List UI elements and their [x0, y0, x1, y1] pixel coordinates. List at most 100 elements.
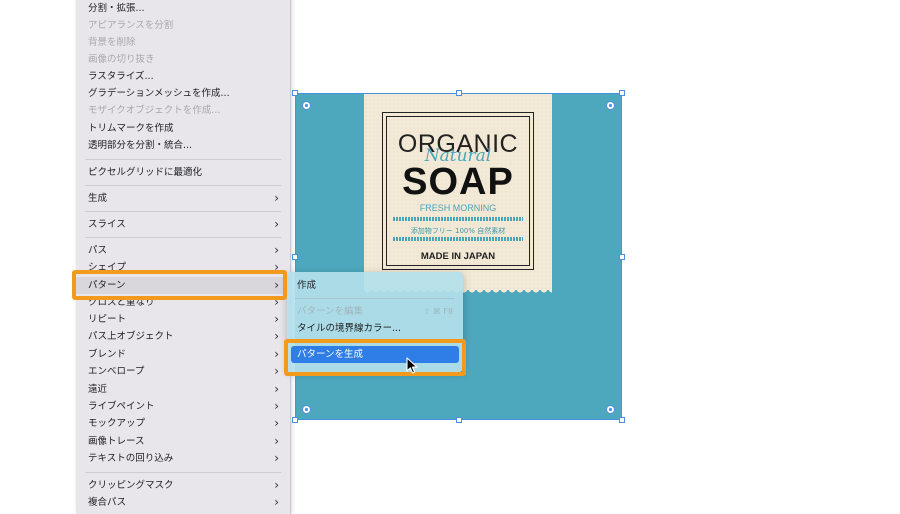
- menu-item-image-trace[interactable]: 画像トレース ›: [76, 433, 290, 450]
- submenu-item-generate-pattern[interactable]: パターンを生成: [291, 346, 459, 363]
- menu-item-label: 作成: [297, 280, 317, 291]
- resize-handle-bottom-right[interactable]: [619, 417, 625, 423]
- menu-item-label: 分割・拡張...: [88, 3, 145, 14]
- label-title-soap: SOAP: [402, 161, 514, 203]
- object-menu: 分割・拡張... アピアランスを分割 背景を削除 画像の切り抜き ラスタライズ.…: [76, 0, 291, 514]
- corner-widget-top-right[interactable]: [606, 101, 615, 110]
- menu-item-label: モックアップ: [88, 418, 146, 429]
- menu-separator: [85, 237, 281, 238]
- menu-item-label: モザイクオブジェクトを作成...: [88, 105, 221, 116]
- menu-item-clipping-mask[interactable]: クリッピングマスク ›: [76, 477, 290, 494]
- menu-item-mosaic: モザイクオブジェクトを作成...: [76, 102, 290, 119]
- corner-widget-bottom-right[interactable]: [606, 405, 615, 414]
- chevron-right-icon: ›: [274, 399, 279, 413]
- soap-label: ORGANIC Natural SOAP FRESH MORNING 添加物フリ…: [364, 94, 552, 295]
- menu-item-label: シェイプ: [88, 262, 127, 273]
- menu-item-path[interactable]: パス ›: [76, 242, 290, 259]
- menu-item-label: ラスタライズ...: [88, 71, 154, 82]
- corner-widget-bottom-left[interactable]: [302, 405, 311, 414]
- menu-item-label: 画像トレース: [88, 436, 145, 447]
- menu-item-label: 背景を削除: [88, 37, 136, 48]
- menu-item-label: 画像の切り抜き: [88, 54, 155, 65]
- chevron-right-icon: ›: [274, 217, 279, 231]
- menu-item-live-paint[interactable]: ライブペイント ›: [76, 398, 290, 415]
- menu-item-label: 透明部分を分割・統合...: [88, 140, 193, 151]
- menu-item-label: クリッピングマスク: [88, 480, 174, 491]
- chevron-right-icon: ›: [274, 495, 279, 509]
- label-stripe-bottom: [393, 237, 523, 241]
- menu-item-trim-marks[interactable]: トリムマークを作成: [76, 120, 290, 137]
- menu-item-objects-on-path[interactable]: パス上オブジェクト ›: [76, 328, 290, 345]
- menu-item-label: アピアランスを分割: [88, 20, 174, 31]
- menu-item-label: 生成: [88, 193, 108, 204]
- chevron-right-icon: ›: [274, 434, 279, 448]
- pattern-submenu: 作成 パターンを編集 ⇧ ⌘ F8 タイルの境界線カラー... パターンを生成: [287, 272, 463, 372]
- menu-item-intertwine[interactable]: クロスと重なり ›: [76, 294, 290, 311]
- submenu-item-tile-edge-color[interactable]: タイルの境界線カラー...: [291, 320, 459, 337]
- label-japanese-text: 添加物フリー 100% 自然素材: [410, 227, 506, 235]
- corner-widget-top-left[interactable]: [302, 101, 311, 110]
- chevron-right-icon: ›: [274, 329, 279, 343]
- menu-item-compound-path[interactable]: 複合パス ›: [76, 494, 290, 511]
- menu-item-label: 遠近: [88, 384, 108, 395]
- menu-item-label: テキストの回り込み: [88, 453, 174, 464]
- menu-item-label: リピート: [88, 314, 127, 325]
- menu-item-label: ライブペイント: [88, 401, 155, 412]
- chevron-right-icon: ›: [274, 382, 279, 396]
- menu-item-text-wrap[interactable]: テキストの回り込み ›: [76, 450, 290, 467]
- chevron-right-icon: ›: [274, 260, 279, 274]
- menu-item-label: 複合パス: [88, 497, 127, 508]
- resize-handle-top-left[interactable]: [292, 90, 298, 96]
- menu-item-envelope[interactable]: エンベロープ ›: [76, 363, 290, 380]
- menu-item-label: グラデーションメッシュを作成...: [88, 88, 230, 99]
- menu-item-label: タイルの境界線カラー...: [297, 323, 402, 334]
- menu-item-mockup[interactable]: モックアップ ›: [76, 415, 290, 432]
- menu-item-label: パターン: [88, 280, 126, 291]
- chevron-right-icon: ›: [274, 191, 279, 205]
- menu-separator: [85, 472, 281, 473]
- menu-item-label: パス上オブジェクト: [88, 331, 174, 342]
- resize-handle-left[interactable]: [292, 254, 298, 260]
- menu-item-blend[interactable]: ブレンド ›: [76, 346, 290, 363]
- submenu-item-make[interactable]: 作成: [291, 277, 459, 294]
- menu-item-label: パターンを編集: [297, 306, 364, 317]
- menu-item-label: ピクセルグリッドに最適化: [88, 167, 203, 178]
- menu-item-label: スライス: [88, 219, 126, 230]
- menu-separator: [85, 185, 281, 186]
- menu-item-perspective[interactable]: 遠近 ›: [76, 381, 290, 398]
- chevron-right-icon: ›: [274, 451, 279, 465]
- chevron-right-icon: ›: [274, 364, 279, 378]
- menu-item-flatten-transparency[interactable]: 透明部分を分割・統合...: [76, 137, 290, 154]
- menu-separator: [85, 211, 281, 212]
- menu-item-repeat[interactable]: リピート ›: [76, 311, 290, 328]
- menu-item-gradient-mesh[interactable]: グラデーションメッシュを作成...: [76, 85, 290, 102]
- menu-separator: [295, 298, 455, 299]
- chevron-right-icon: ›: [274, 295, 279, 309]
- resize-handle-top[interactable]: [456, 90, 462, 96]
- chevron-right-icon: ›: [274, 347, 279, 361]
- resize-handle-bottom-left[interactable]: [292, 417, 298, 423]
- resize-handle-top-right[interactable]: [619, 90, 625, 96]
- menu-item-label: トリムマークを作成: [88, 123, 174, 134]
- menu-item-pattern[interactable]: パターン ›: [76, 277, 290, 294]
- chevron-right-icon: ›: [274, 312, 279, 326]
- resize-handle-right[interactable]: [619, 254, 625, 260]
- menu-item-expand-appearance: アピアランスを分割: [76, 17, 290, 34]
- menu-separator: [85, 159, 281, 160]
- menu-item-label: ブレンド: [88, 349, 127, 360]
- menu-item-generate[interactable]: 生成 ›: [76, 190, 290, 207]
- menu-item-remove-background: 背景を削除: [76, 34, 290, 51]
- menu-item-expand[interactable]: 分割・拡張...: [76, 0, 290, 17]
- chevron-right-icon: ›: [274, 416, 279, 430]
- chevron-right-icon: ›: [274, 243, 279, 257]
- resize-handle-bottom[interactable]: [456, 417, 462, 423]
- chevron-right-icon: ›: [274, 478, 279, 492]
- menu-item-shape[interactable]: シェイプ ›: [76, 259, 290, 276]
- menu-item-label: クロスと重なり: [88, 297, 155, 308]
- menu-item-label: パターンを生成: [297, 349, 364, 360]
- menu-item-rasterize[interactable]: ラスタライズ...: [76, 68, 290, 85]
- menu-item-pixel-grid[interactable]: ピクセルグリッドに最適化: [76, 164, 290, 181]
- menu-item-slice[interactable]: スライス ›: [76, 216, 290, 233]
- menu-item-label: パス: [88, 245, 108, 256]
- mouse-pointer-icon: [406, 357, 418, 374]
